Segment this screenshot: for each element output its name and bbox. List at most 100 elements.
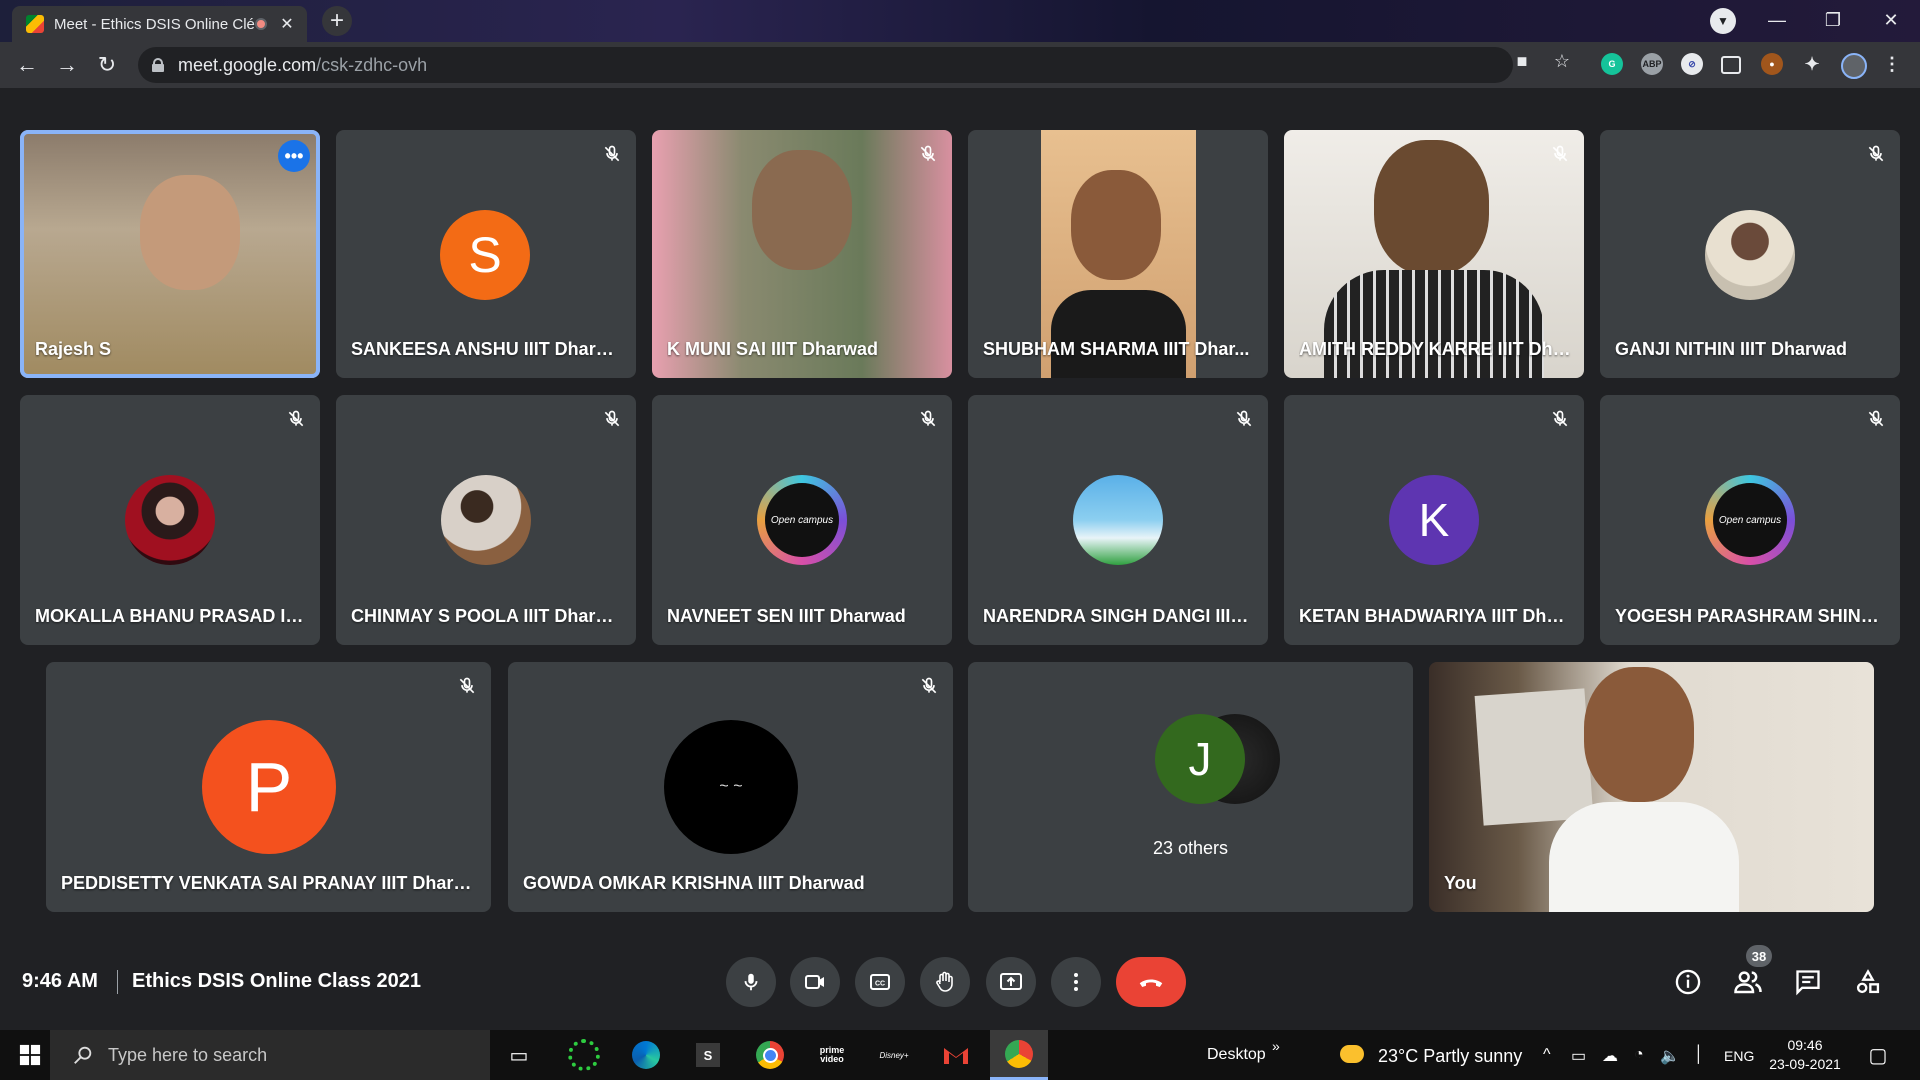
extensions-puzzle-icon[interactable]: ✦ [1801,53,1823,75]
avatar-photo [1705,210,1795,300]
chat-button[interactable] [1791,965,1825,999]
search-icon [74,1046,92,1064]
restore-button[interactable]: ❐ [1810,6,1856,34]
microphone-button[interactable] [726,957,776,1007]
captions-button[interactable]: CC [855,957,905,1007]
camera-button[interactable] [790,957,840,1007]
participant-count-badge: 38 [1746,945,1772,967]
cookie-extension-icon[interactable]: ● [1761,53,1783,75]
browser-tabstrip: Meet - Ethics DSIS Online Clé ✕ + ▼ — ❐ … [0,0,1920,42]
participant-tile[interactable]: ••• Rajesh S [20,130,320,378]
recording-indicator-icon [255,18,267,30]
more-options-button[interactable] [1051,957,1101,1007]
taskbar-search-box[interactable]: Type here to search [50,1030,490,1080]
mic-off-icon [459,677,475,694]
people-icon [1734,971,1762,994]
present-screen-button[interactable] [986,957,1036,1007]
others-tile[interactable]: J 23 others [968,662,1413,912]
camera-in-use-icon[interactable]: ■ [1512,51,1532,71]
bookmark-star-icon[interactable]: ☆ [1552,51,1572,71]
meeting-details-button[interactable] [1671,965,1705,999]
chevron-up-icon[interactable]: ^ [1543,1046,1551,1064]
participant-tile[interactable]: Open campus NAVNEET SEN IIIT Dharwad [652,395,952,645]
avatar-letter-p: P [202,720,336,854]
participant-tile[interactable]: ~ ~ GOWDA OMKAR KRISHNA IIIT Dharwad [508,662,953,912]
mic-off-icon [604,410,620,427]
forward-arrow-icon[interactable]: → [52,50,82,80]
logo-text: Open campus [1713,483,1787,557]
address-bar[interactable]: meet.google.com/csk-zdhc-ovh [138,47,1513,83]
activities-shapes-icon [1856,969,1880,994]
windows-start-button[interactable] [14,1039,46,1071]
participant-tile[interactable]: K KETAN BHADWARIYA IIIT Dhar... [1284,395,1584,645]
speaker-icon[interactable]: 🔈 [1660,1046,1680,1066]
tab-search-icon[interactable]: ▼ [1710,8,1736,34]
tab-close-icon[interactable]: ✕ [277,14,297,34]
raise-hand-button[interactable] [920,957,970,1007]
desktop-toolbar-label[interactable]: Desktop [1207,1046,1266,1064]
chrome-active-taskbar-item[interactable] [990,1030,1048,1080]
meeting-control-bar: 9:46 AM Ethics DSIS Online Class 2021 CC… [0,940,1920,1030]
meeting-title: Ethics DSIS Online Class 2021 [132,970,422,992]
video-camera-icon [805,975,824,989]
close-window-button[interactable]: ✕ [1868,6,1914,34]
chrome-menu-icon[interactable]: ⋮ [1881,53,1903,75]
participant-tile[interactable]: GANJI NITHIN IIIT Dharwad [1600,130,1900,378]
leave-call-button[interactable] [1116,957,1186,1007]
edge-browser-icon[interactable] [630,1039,662,1071]
input-language[interactable]: ENG [1724,1048,1754,1064]
chevron-right-icon[interactable]: » [1272,1038,1280,1054]
back-arrow-icon[interactable]: ← [12,50,42,80]
cloud-icon[interactable]: ☁ [1602,1046,1618,1066]
microphone-tray-icon[interactable]: │ [1694,1046,1704,1064]
participant-name: PEDDISETTY VENKATA SAI PRANAY IIIT Dharw… [61,873,479,893]
battery-icon[interactable]: ▭ [1571,1046,1586,1066]
wall-poster [1474,688,1594,826]
closed-captions-icon: CC [870,974,890,990]
participant-tile[interactable]: AMITH REDDY KARRE IIIT Dha... [1284,130,1584,378]
mic-off-icon [1868,145,1884,162]
wifi-icon[interactable]: ◔ [1634,1046,1644,1064]
gmail-icon[interactable] [940,1039,972,1071]
participant-tile[interactable]: CHINMAY S POOLA IIIT Dharwad [336,395,636,645]
window-extension-icon[interactable] [1721,56,1741,74]
s-app-icon[interactable]: S [692,1039,724,1071]
participant-tile[interactable]: S SANKEESA ANSHU IIIT Dharwad [336,130,636,378]
url-host: meet.google.com [178,54,317,75]
minimize-button[interactable]: — [1754,6,1800,34]
participant-tile[interactable]: SHUBHAM SHARMA IIIT Dhar... [968,130,1268,378]
task-view-icon[interactable]: ▭ [503,1039,535,1071]
weather-text[interactable]: 23°C Partly sunny [1378,1046,1522,1067]
participants-button[interactable] [1731,965,1765,999]
disney-hotstar-icon[interactable]: Disney+ [878,1039,910,1071]
new-tab-button[interactable]: + [322,6,352,36]
notifications-icon[interactable]: ▢ [1862,1039,1894,1071]
participant-name: Rajesh S [35,339,112,359]
system-clock[interactable]: 09:46 23-09-2021 [1760,1036,1850,1074]
participant-name: K MUNI SAI IIIT Dharwad [667,339,879,359]
grammarly-extension-icon[interactable]: G [1601,53,1623,75]
participant-tile[interactable]: K MUNI SAI IIIT Dharwad [652,130,952,378]
chrome-icon[interactable] [754,1039,786,1071]
blocker-extension-icon[interactable]: ⊘ [1681,53,1703,75]
participant-tile[interactable]: P PEDDISETTY VENKATA SAI PRANAY IIIT Dha… [46,662,491,912]
participant-tile[interactable]: NARENDRA SINGH DANGI IIIT ... [968,395,1268,645]
participant-name: NARENDRA SINGH DANGI IIIT ... [983,606,1256,626]
participant-tile[interactable]: Open campus YOGESH PARASHRAM SHINDE ... [1600,395,1900,645]
green-ring-app-icon[interactable] [568,1039,600,1071]
activities-button[interactable] [1851,965,1885,999]
profile-avatar[interactable] [1841,53,1867,79]
mic-off-icon [921,677,937,694]
adblock-extension-icon[interactable]: ABP [1641,53,1663,75]
prime-video-icon[interactable]: prime video [816,1039,848,1071]
avatar-letter-k: K [1389,475,1479,565]
more-options-icon[interactable]: ••• [278,140,310,172]
reload-icon[interactable]: ↻ [92,50,122,80]
self-view-tile[interactable]: You [1429,662,1874,912]
hand-icon [936,971,953,992]
mic-off-icon [1868,410,1884,427]
video-feed [140,175,240,290]
participant-tile[interactable]: MOKALLA BHANU PRASAD IIIT... [20,395,320,645]
participant-name: SANKEESA ANSHU IIIT Dharwad [351,339,624,359]
tab-meet[interactable]: Meet - Ethics DSIS Online Clé ✕ [12,6,307,42]
